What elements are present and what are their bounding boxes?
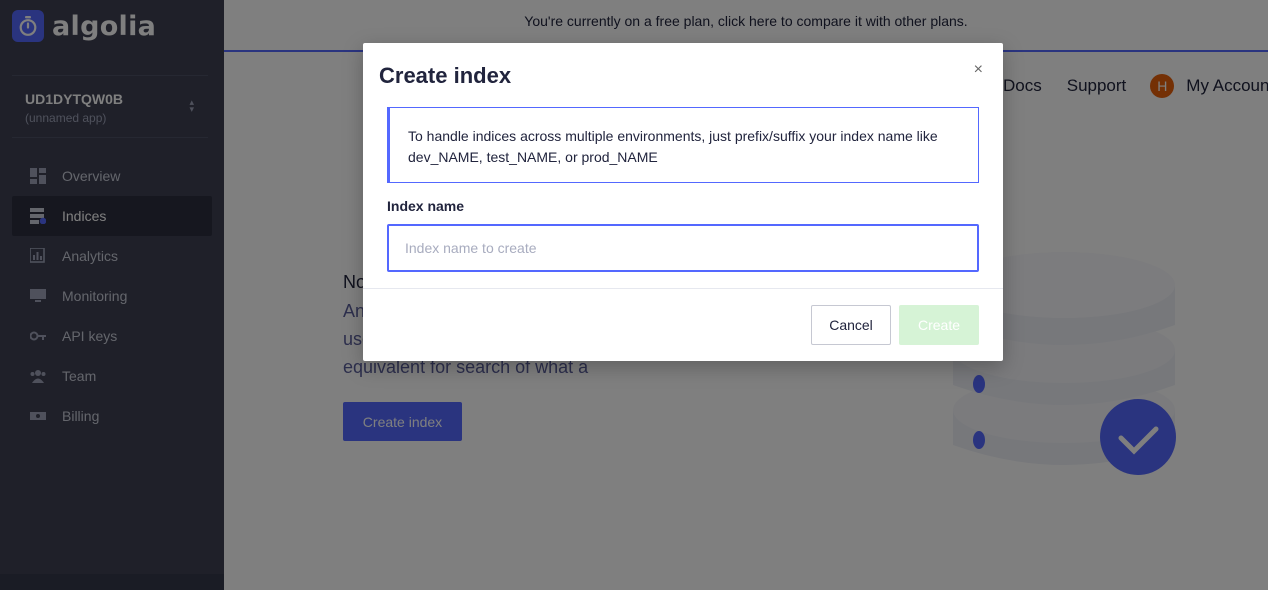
index-name-label: Index name [387, 198, 465, 214]
info-callout: To handle indices across multiple enviro… [387, 107, 979, 183]
modal-title: Create index [379, 63, 512, 88]
modal-divider [363, 288, 1003, 289]
close-icon[interactable]: × [974, 62, 983, 78]
index-name-input[interactable] [387, 224, 979, 272]
cancel-button[interactable]: Cancel [811, 305, 891, 345]
create-index-modal: Create index × To handle indices across … [363, 43, 1003, 361]
create-button[interactable]: Create [899, 305, 979, 345]
